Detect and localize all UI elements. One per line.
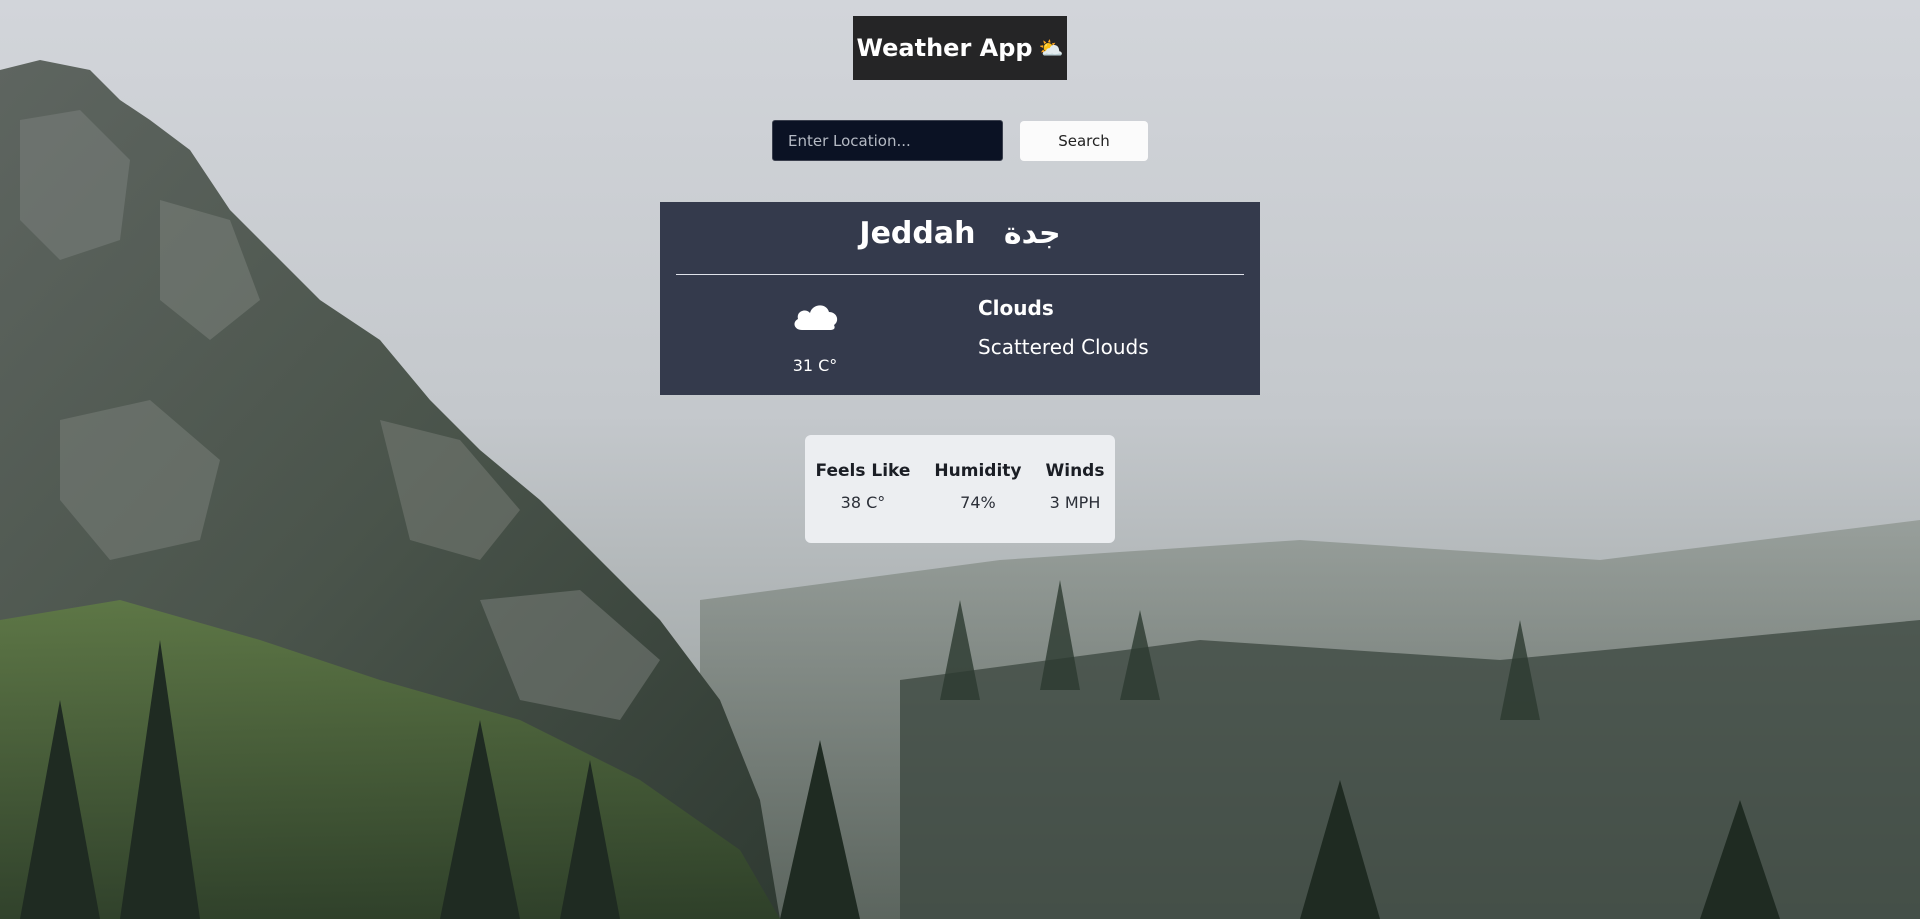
app-title-text: Weather App xyxy=(856,34,1033,62)
detail-feels-like: Feels Like 38 C° xyxy=(816,461,911,543)
cloud-icon xyxy=(794,305,838,330)
partly-cloudy-icon: ⛅ xyxy=(1038,36,1064,60)
detail-value: 74% xyxy=(960,493,996,512)
location-search-input[interactable] xyxy=(772,120,1003,161)
detail-value: 3 MPH xyxy=(1049,493,1101,512)
city-name-english: Jeddah xyxy=(859,216,976,251)
search-button[interactable]: Search xyxy=(1020,121,1148,161)
detail-winds: Winds 3 MPH xyxy=(1046,461,1105,543)
weather-details-card: Feels Like 38 C° Humidity 74% Winds 3 MP… xyxy=(805,435,1115,543)
weather-description: Scattered Clouds xyxy=(978,335,1149,359)
detail-label: Humidity xyxy=(934,461,1022,481)
city-heading: Jeddah جدة xyxy=(660,216,1260,251)
temperature-value: 31 C° xyxy=(792,356,838,375)
detail-value: 38 C° xyxy=(840,493,886,512)
city-name-arabic: جدة xyxy=(1003,216,1061,251)
weather-condition: Clouds xyxy=(978,296,1054,320)
card-divider xyxy=(676,274,1244,275)
current-weather-card: Jeddah جدة 31 C° Clouds Scattered Clouds xyxy=(660,202,1260,395)
detail-humidity: Humidity 74% xyxy=(934,461,1021,543)
detail-label: Feels Like xyxy=(815,461,911,481)
app-title-banner: Weather App ⛅ xyxy=(853,16,1067,80)
detail-label: Winds xyxy=(1045,461,1105,481)
